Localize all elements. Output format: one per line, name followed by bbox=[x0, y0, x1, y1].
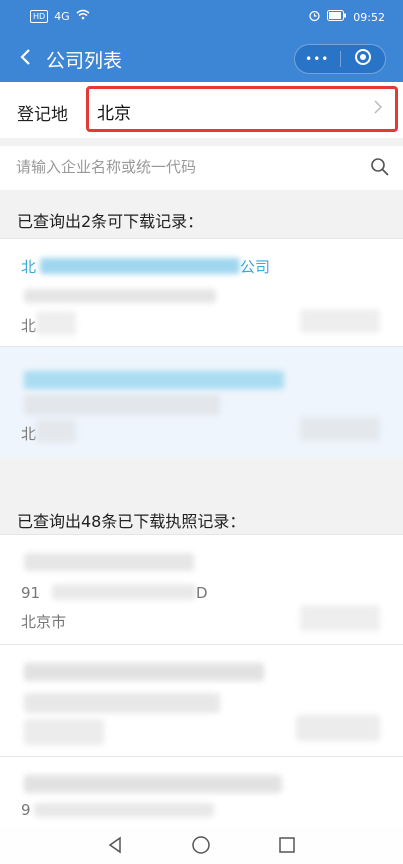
search-icon[interactable] bbox=[370, 157, 390, 181]
redacted-name bbox=[40, 258, 240, 274]
result-card[interactable]: 北 bbox=[0, 346, 403, 457]
recents-square-icon[interactable] bbox=[276, 834, 298, 856]
redacted-city bbox=[36, 419, 76, 443]
redacted-code bbox=[24, 693, 220, 713]
redacted-code bbox=[52, 584, 196, 600]
result-code-end: D bbox=[196, 584, 208, 602]
wifi-icon bbox=[76, 9, 90, 23]
chevron-right-icon bbox=[373, 99, 383, 120]
more-icon: ••• bbox=[305, 52, 330, 66]
redacted-name bbox=[24, 553, 194, 571]
system-navigation-bar bbox=[0, 826, 403, 864]
result-code-start: 91 bbox=[21, 584, 41, 602]
redacted-name bbox=[24, 371, 284, 389]
region-value: 北京 bbox=[97, 104, 131, 124]
status-bar: HD 4G 09:52 bbox=[0, 0, 403, 34]
redacted-date bbox=[296, 715, 380, 741]
downloaded-card[interactable] bbox=[0, 644, 403, 757]
result-city: 北 bbox=[21, 317, 37, 335]
target-icon bbox=[354, 48, 372, 70]
more-menu-button[interactable]: ••• bbox=[295, 45, 340, 73]
result-city: 北京市 bbox=[21, 613, 67, 631]
redacted-date bbox=[300, 417, 380, 441]
redacted-name bbox=[24, 775, 282, 793]
result-city: 北 bbox=[21, 425, 37, 443]
page-title: 公司列表 bbox=[46, 50, 123, 72]
search-input[interactable]: 请输入企业名称或统一代码 bbox=[16, 156, 196, 177]
redacted-code bbox=[34, 803, 214, 817]
redacted-date bbox=[300, 605, 380, 631]
result-code-start: 9 bbox=[21, 801, 31, 819]
section-title-downloaded: 已查询出48条已下载执照记录： bbox=[17, 512, 246, 531]
region-label: 登记地 bbox=[17, 105, 68, 125]
redacted-city bbox=[24, 719, 104, 745]
clock-time: 09:52 bbox=[353, 10, 385, 24]
nav-bar: 公司列表 ••• bbox=[0, 34, 403, 82]
region-row: 登记地 北京 bbox=[0, 82, 403, 138]
alarm-icon bbox=[308, 9, 321, 25]
home-circle-icon[interactable] bbox=[190, 834, 212, 856]
result-name-start: 北 bbox=[21, 258, 37, 276]
signal-indicator: 4G bbox=[54, 9, 70, 23]
result-name-end: 公司 bbox=[240, 258, 271, 276]
downloaded-card[interactable]: 91 D 北京市 bbox=[0, 534, 403, 645]
redacted-code bbox=[24, 395, 220, 415]
back-icon[interactable] bbox=[12, 42, 40, 72]
hd-badge: HD bbox=[30, 9, 49, 23]
region-selector[interactable]: 北京 bbox=[86, 86, 398, 132]
redacted-code bbox=[24, 289, 216, 303]
search-bar: 请输入企业名称或统一代码 bbox=[0, 146, 403, 190]
redacted-name bbox=[24, 663, 264, 681]
section-title-downloadable: 已查询出2条可下载记录： bbox=[17, 212, 204, 231]
redacted-date bbox=[300, 309, 380, 333]
downloaded-card[interactable]: 9 bbox=[0, 756, 403, 827]
back-triangle-icon[interactable] bbox=[104, 834, 126, 856]
result-card[interactable]: 北 公司 北 bbox=[0, 238, 403, 347]
redacted-city bbox=[36, 311, 76, 335]
mini-program-capsule: ••• bbox=[294, 44, 386, 74]
close-program-button[interactable] bbox=[341, 45, 386, 73]
battery-icon bbox=[327, 10, 347, 24]
